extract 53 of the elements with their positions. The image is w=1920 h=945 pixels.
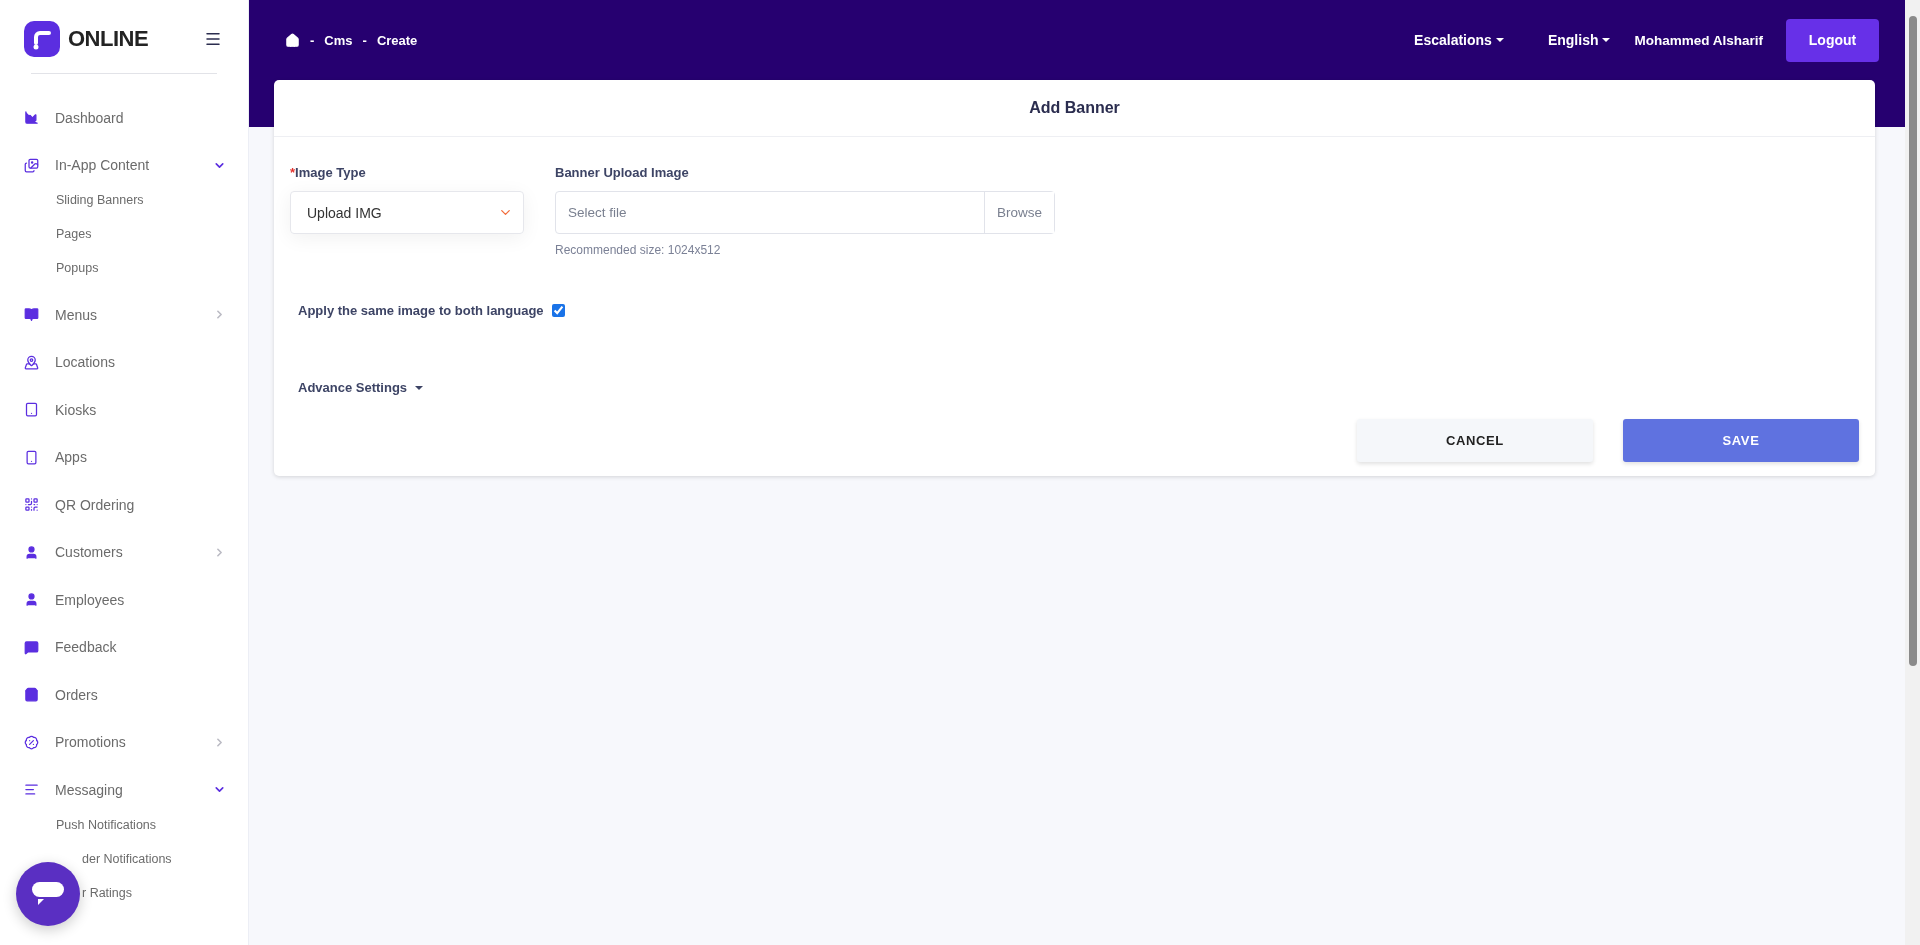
checkbox[interactable] bbox=[551, 304, 565, 317]
logo-text: ONLINE bbox=[68, 26, 149, 52]
browse-button[interactable]: Browse bbox=[984, 192, 1054, 233]
sidebar-subitem[interactable]: Popups bbox=[0, 251, 248, 285]
chat-bubble-icon bbox=[31, 880, 65, 908]
breadcrumb-link[interactable]: Create bbox=[376, 32, 418, 48]
hint-text: Recommended size: 1024x512 bbox=[555, 243, 722, 257]
sidebar-subitem[interactable]: der Notifications bbox=[0, 841, 248, 876]
book-icon bbox=[24, 307, 39, 323]
field-label: Banner Upload Image bbox=[555, 165, 690, 180]
menu-icon[interactable] bbox=[204, 30, 222, 48]
qr-code-icon bbox=[24, 497, 39, 513]
sidebar-item[interactable]: Customers bbox=[0, 528, 248, 576]
chat-icon bbox=[24, 639, 39, 655]
sidebar-item[interactable]: Employees bbox=[0, 576, 248, 624]
sidebar-subitem[interactable]: r Ratings bbox=[0, 875, 248, 910]
logout-button[interactable]: Logout bbox=[1786, 18, 1879, 62]
breadcrumb-separator: - bbox=[310, 32, 315, 48]
sidebar-item[interactable]: Dashboard bbox=[0, 94, 248, 142]
dropdown-menu[interactable]: Escalations bbox=[1414, 32, 1504, 48]
user-icon bbox=[24, 544, 39, 560]
sidebar-item[interactable]: Promotions bbox=[0, 718, 248, 766]
sidebar-subitem[interactable]: Pages bbox=[0, 217, 248, 251]
scrollbar[interactable] bbox=[1905, 0, 1920, 945]
images-icon bbox=[24, 157, 39, 173]
sidebar-item[interactable]: Apps bbox=[0, 433, 248, 481]
tablet-icon bbox=[24, 402, 39, 418]
sidebar-item[interactable]: Orders bbox=[0, 671, 248, 719]
field-label: *Image Type bbox=[290, 165, 367, 180]
dropdown-menu[interactable]: English bbox=[1547, 32, 1611, 48]
checkbox-label: Apply the same image to both language bbox=[298, 303, 544, 318]
image-type-select[interactable]: Upload IMG bbox=[290, 191, 524, 234]
sidebar-item[interactable]: Kiosks bbox=[0, 386, 248, 434]
file-field[interactable]: Select file Browse bbox=[555, 191, 1055, 234]
percent-badge-icon bbox=[24, 734, 39, 750]
sidebar-item[interactable]: Locations bbox=[0, 338, 248, 386]
sidebar-item[interactable]: Feedback bbox=[0, 623, 248, 671]
user-name: Mohammed Alsharif bbox=[1634, 32, 1763, 48]
breadcrumb-separator: - bbox=[362, 32, 367, 48]
home-icon[interactable] bbox=[285, 32, 300, 48]
card-title: Add Banner bbox=[274, 80, 1875, 137]
cancel-button[interactable]: CANCEL bbox=[1357, 419, 1593, 462]
breadcrumb-link[interactable]: Cms bbox=[324, 32, 353, 48]
map-pin-icon bbox=[24, 354, 39, 370]
sidebar-item[interactable]: QR Ordering bbox=[0, 481, 248, 529]
sidebar-item[interactable]: Menus bbox=[0, 291, 248, 339]
save-button[interactable]: SAVE bbox=[1623, 419, 1859, 462]
advance-settings-toggle[interactable]: Advance Settings bbox=[298, 380, 424, 395]
logo-icon bbox=[24, 21, 60, 57]
user-icon bbox=[24, 592, 39, 608]
lines-icon bbox=[24, 782, 39, 798]
phone-icon bbox=[24, 449, 39, 465]
chart-icon bbox=[24, 110, 39, 126]
